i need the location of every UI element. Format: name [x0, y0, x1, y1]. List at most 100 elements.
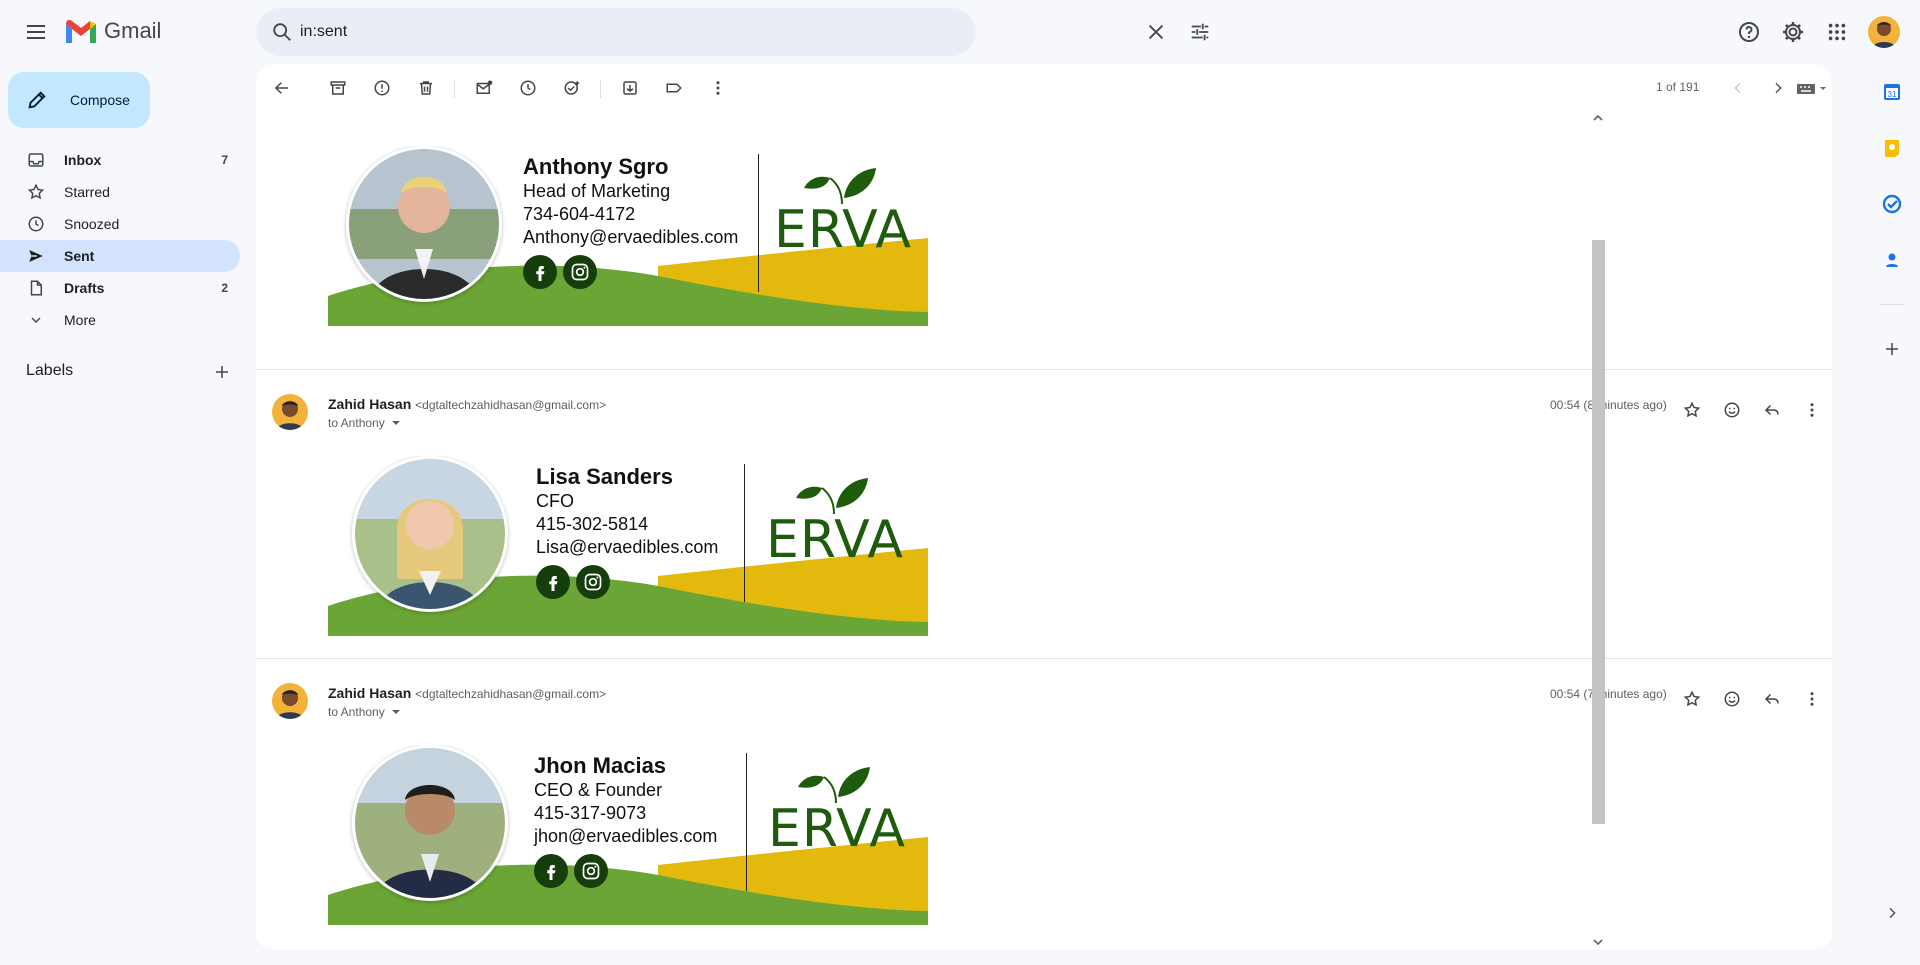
keep-notes-icon[interactable] — [1876, 132, 1908, 164]
pagination-count: 1 of 191 — [1656, 80, 1700, 94]
sidebar-item-label: More — [64, 312, 96, 328]
clear-search-icon[interactable] — [1140, 16, 1172, 48]
more-vert-icon[interactable] — [702, 72, 734, 104]
toolbar-divider — [454, 80, 455, 98]
newer-chevron-left-icon[interactable] — [1722, 72, 1754, 104]
scrollbar-thumb[interactable] — [1592, 240, 1605, 824]
signature-email[interactable]: Lisa@ervaedibles.com — [536, 536, 718, 559]
erva-logo: ERVA — [760, 472, 910, 566]
signature-details: Lisa Sanders CFO 415-302-5814 Lisa@ervae… — [536, 464, 718, 599]
brand-name: ERVA — [774, 200, 912, 260]
signature-phone: 415-302-5814 — [536, 514, 649, 534]
signature-divider — [758, 154, 759, 292]
calendar-icon[interactable]: 31 — [1876, 76, 1908, 108]
sidebar-item-more[interactable]: More — [0, 304, 240, 336]
sidebar-item-label: Inbox — [64, 152, 102, 168]
signature-details: Jhon Macias CEO & Founder 415-317-9073 j… — [534, 753, 717, 888]
sender-avatar[interactable] — [272, 683, 308, 719]
facebook-icon[interactable] — [536, 565, 570, 599]
recipient-text: to Anthony — [328, 705, 385, 719]
instagram-icon[interactable] — [574, 854, 608, 888]
sender-name[interactable]: Zahid Hasan — [328, 396, 411, 412]
gmail-logo[interactable]: Gmail — [64, 18, 161, 44]
sidebar-item-snoozed[interactable]: Snoozed — [0, 208, 240, 240]
add-to-tasks-icon[interactable] — [556, 72, 588, 104]
signature-title: CEO & Founder — [534, 780, 663, 800]
snooze-clock-icon[interactable] — [512, 72, 544, 104]
sidebar-item-starred[interactable]: Starred — [0, 176, 240, 208]
erva-logo: ERVA — [768, 162, 918, 256]
draft-count: 2 — [221, 281, 228, 295]
main-menu-button[interactable] — [16, 12, 56, 52]
more-vert-icon[interactable] — [1796, 394, 1828, 426]
toolbar-divider — [600, 80, 601, 98]
search-input[interactable] — [300, 18, 860, 46]
unread-count: 7 — [221, 153, 228, 167]
apps-grid-icon[interactable] — [1817, 12, 1857, 52]
profile-photo — [352, 456, 508, 612]
recipient-text: to Anthony — [328, 416, 385, 430]
sender-email: <dgtaltechzahidhasan@gmail.com> — [415, 687, 607, 701]
profile-photo — [346, 146, 502, 302]
star-icon[interactable] — [1676, 683, 1708, 715]
signature-email[interactable]: Anthony@ervaedibles.com — [523, 226, 738, 249]
recipient-line[interactable]: to Anthony — [328, 705, 401, 719]
report-spam-icon[interactable] — [366, 72, 398, 104]
emoji-reaction-icon[interactable] — [1716, 394, 1748, 426]
archive-icon[interactable] — [322, 72, 354, 104]
settings-gear-icon[interactable] — [1773, 12, 1813, 52]
clock-icon — [26, 214, 46, 234]
compose-button[interactable]: Compose — [8, 72, 150, 128]
more-vert-icon[interactable] — [1796, 683, 1828, 715]
mark-unread-icon[interactable] — [468, 72, 500, 104]
tasks-icon[interactable] — [1876, 188, 1908, 220]
email-signature: Anthony Sgro Head of Marketing 734-604-4… — [328, 146, 928, 326]
get-addons-plus-icon[interactable] — [1876, 333, 1908, 365]
add-label-icon[interactable] — [206, 356, 238, 388]
side-panel-divider — [1880, 304, 1904, 305]
label-tag-icon[interactable] — [658, 72, 690, 104]
move-to-icon[interactable] — [614, 72, 646, 104]
delete-trash-icon[interactable] — [410, 72, 442, 104]
leaf-icon — [798, 767, 870, 803]
signature-email[interactable]: jhon@ervaedibles.com — [534, 825, 717, 848]
profile-photo — [352, 745, 508, 901]
signature-title: Head of Marketing — [523, 181, 671, 201]
inbox-icon — [26, 150, 46, 170]
reply-icon[interactable] — [1756, 683, 1788, 715]
emoji-reaction-icon[interactable] — [1716, 683, 1748, 715]
leaf-icon — [796, 478, 868, 514]
social-links — [534, 854, 717, 888]
account-avatar[interactable] — [1868, 16, 1900, 48]
compose-label: Compose — [70, 92, 130, 108]
message-toolbar: 1 of 191 — [256, 64, 1832, 112]
leaf-icon — [804, 168, 876, 204]
star-icon[interactable] — [1676, 394, 1708, 426]
search-icon[interactable] — [266, 16, 298, 48]
scroll-up-arrow-icon — [1593, 114, 1603, 121]
instagram-icon[interactable] — [576, 565, 610, 599]
sender-name[interactable]: Zahid Hasan — [328, 685, 411, 701]
message-timestamp: 00:54 (8 minutes ago) — [1550, 398, 1667, 412]
recipient-line[interactable]: to Anthony — [328, 416, 401, 430]
search-options-icon[interactable] — [1184, 16, 1216, 48]
older-chevron-right-icon[interactable] — [1762, 72, 1794, 104]
facebook-icon[interactable] — [523, 255, 557, 289]
sidebar-item-inbox[interactable]: Inbox 7 — [0, 144, 240, 176]
instagram-icon[interactable] — [563, 255, 597, 289]
back-arrow-icon[interactable] — [266, 72, 298, 104]
hamburger-icon — [27, 25, 45, 39]
sidebar-item-sent[interactable]: Sent — [0, 240, 240, 272]
sender-avatar[interactable] — [272, 394, 308, 430]
hide-side-panel-chevron-icon[interactable] — [1876, 897, 1908, 929]
message-scrollbar[interactable] — [1590, 112, 1606, 949]
input-tools-keyboard-icon[interactable] — [1792, 72, 1832, 104]
contacts-icon[interactable] — [1876, 244, 1908, 276]
reply-icon[interactable] — [1756, 394, 1788, 426]
draft-icon — [26, 278, 46, 298]
social-links — [523, 255, 738, 289]
top-bar: Gmail — [0, 0, 1920, 64]
sidebar-item-drafts[interactable]: Drafts 2 — [0, 272, 240, 304]
facebook-icon[interactable] — [534, 854, 568, 888]
help-icon[interactable] — [1729, 12, 1769, 52]
